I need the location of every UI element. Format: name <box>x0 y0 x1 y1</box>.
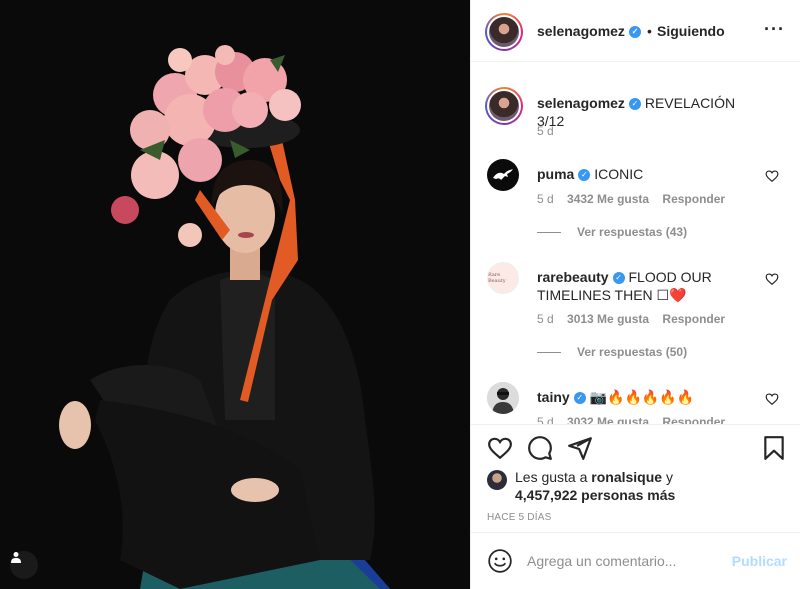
comment-item: puma ✓ ICONIC 5 d 3432 Me gusta Responder… <box>487 159 787 249</box>
post-photo[interactable] <box>0 0 470 589</box>
comment-item: tainy ✓ 📷🔥🔥🔥🔥🔥 5 d 3032 Me gusta Responde… <box>487 382 787 424</box>
comment-like-heart-icon[interactable] <box>765 272 779 286</box>
comment-text: tainy ✓ 📷🔥🔥🔥🔥🔥 <box>537 388 757 406</box>
comment-likes[interactable]: 3013 Me gusta <box>567 312 649 326</box>
caption: selenagomez ✓ REVELACIÓN 3/12 5 d <box>485 87 787 149</box>
caption-username[interactable]: selenagomez <box>537 95 625 111</box>
comment-avatar[interactable] <box>487 382 519 414</box>
caption-text: selenagomez ✓ REVELACIÓN 3/12 <box>537 94 757 130</box>
user-tag-button[interactable] <box>10 551 38 579</box>
view-replies-button[interactable]: Ver respuestas (50) <box>537 345 687 359</box>
comment-username[interactable]: rarebeauty <box>537 269 609 285</box>
comment-time[interactable]: 5 d <box>537 312 554 326</box>
view-replies-label: Ver respuestas (43) <box>577 225 688 239</box>
comment-like-heart-icon[interactable] <box>765 392 779 406</box>
reply-button[interactable]: Responder <box>662 312 725 326</box>
comment-likes[interactable]: 3432 Me gusta <box>567 192 649 206</box>
view-replies-button[interactable]: Ver respuestas (43) <box>537 225 687 239</box>
comments-list[interactable]: selenagomez ✓ REVELACIÓN 3/12 5 d puma ✓ I… <box>471 62 800 424</box>
comment-body: 📷🔥🔥🔥🔥🔥 <box>589 389 695 405</box>
comment-meta: 5 d 3032 Me gusta Responder <box>537 415 735 424</box>
verified-badge-icon: ✓ <box>628 98 641 111</box>
view-replies-label: Ver respuestas (50) <box>577 345 688 359</box>
separator-dot: • <box>647 23 652 39</box>
author-username[interactable]: selenagomez ✓ <box>537 23 641 39</box>
reply-button[interactable]: Responder <box>662 192 725 206</box>
comment-avatar[interactable] <box>487 159 519 191</box>
like-heart-icon[interactable] <box>487 435 513 461</box>
puma-logo-icon <box>493 169 513 180</box>
author-username-link[interactable]: selenagomez <box>537 23 625 39</box>
caption-meta: 5 d <box>537 124 564 138</box>
tainy-avatar-image <box>487 382 519 414</box>
likes-conjunction: y <box>665 469 673 485</box>
verified-badge-icon: ✓ <box>628 26 641 39</box>
verified-badge-icon: ✓ <box>578 169 591 182</box>
save-bookmark-icon[interactable] <box>761 435 787 461</box>
comment-bubble-icon[interactable] <box>527 435 553 461</box>
add-comment-bar: Publicar <box>471 532 800 589</box>
liker-avatar[interactable] <box>487 470 507 490</box>
comment-time[interactable]: 5 d <box>537 192 554 206</box>
person-icon <box>11 552 21 563</box>
comment-meta: 5 d 3432 Me gusta Responder <box>537 192 735 206</box>
emoji-icon[interactable] <box>487 548 513 574</box>
rare-beauty-logo: Rare Beauty <box>488 272 506 284</box>
replies-divider <box>537 232 561 234</box>
comment-input[interactable] <box>527 547 727 575</box>
likes-text: Les gusta a ronalsique y 4,457,922 perso… <box>515 468 675 504</box>
comment-likes[interactable]: 3032 Me gusta <box>567 415 649 424</box>
comment-body: ICONIC <box>594 166 644 182</box>
share-paper-plane-icon[interactable] <box>567 435 593 461</box>
author-avatar[interactable] <box>485 13 523 51</box>
comment-time[interactable]: 5 d <box>537 415 554 424</box>
comment-text: puma ✓ ICONIC <box>537 165 757 183</box>
reply-button[interactable]: Responder <box>662 415 725 424</box>
post-header: selenagomez ✓ • Siguiendo ··· <box>471 0 800 62</box>
post-panel: selenagomez ✓ • Siguiendo ··· selenagomez… <box>470 0 800 589</box>
replies-divider <box>537 352 561 354</box>
caption-avatar[interactable] <box>485 87 523 125</box>
follow-status-button[interactable]: Siguiendo <box>657 23 725 39</box>
liker-username[interactable]: ronalsique <box>591 469 662 485</box>
likes-prefix: Les gusta a <box>515 469 588 485</box>
verified-badge-icon: ✓ <box>612 272 625 285</box>
likes-summary: Les gusta a ronalsique y 4,457,922 perso… <box>487 468 787 504</box>
comment-meta: 5 d 3013 Me gusta Responder <box>537 312 735 326</box>
post-time-ago[interactable]: HACE 5 DÍAS <box>487 512 551 523</box>
comment-text: rarebeauty ✓ FLOOD OUR TIMELINES THEN ☐❤️ <box>537 268 757 304</box>
verified-badge-icon: ✓ <box>573 392 586 405</box>
comment-username[interactable]: tainy <box>537 389 570 405</box>
caption-time[interactable]: 5 d <box>537 124 554 138</box>
comment-item: Rare Beauty rarebeauty ✓ FLOOD OUR TIMELI… <box>487 262 787 362</box>
publish-button[interactable]: Publicar <box>732 553 787 569</box>
comment-avatar[interactable]: Rare Beauty <box>487 262 519 294</box>
comment-username[interactable]: puma <box>537 166 574 182</box>
more-options-icon[interactable]: ··· <box>764 20 785 38</box>
likes-count[interactable]: 4,457,922 personas más <box>515 487 675 503</box>
comment-like-heart-icon[interactable] <box>765 169 779 183</box>
post-image <box>0 0 470 589</box>
action-bar <box>471 424 800 464</box>
